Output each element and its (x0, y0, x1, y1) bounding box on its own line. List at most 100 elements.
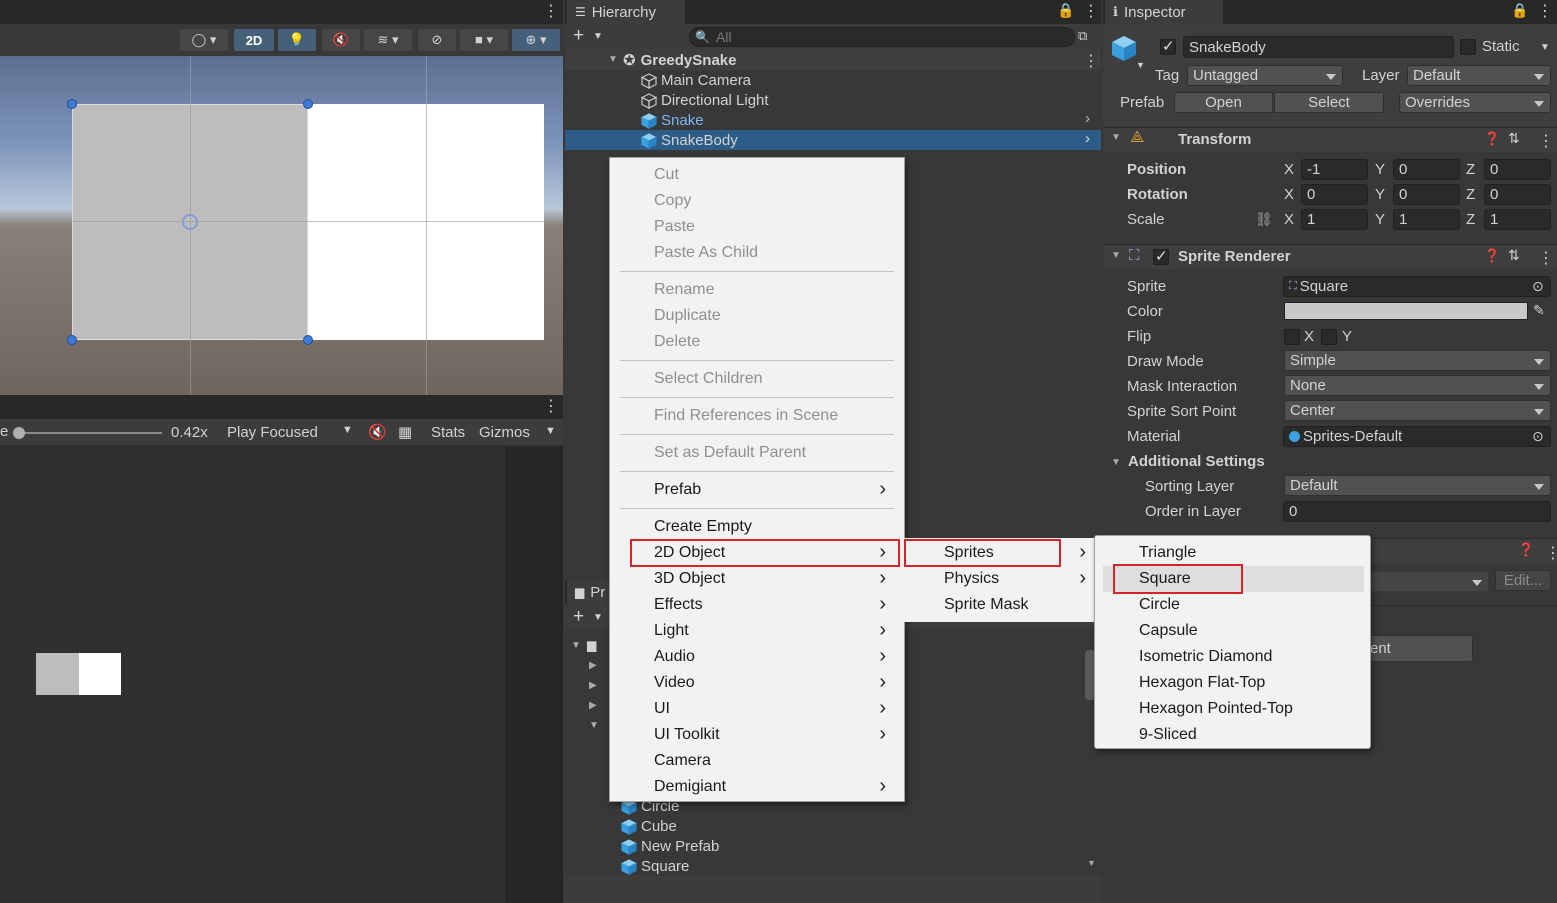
menu-item[interactable]: Create Empty (654, 514, 894, 540)
tag-dropdown[interactable]: Untagged (1187, 65, 1343, 86)
scene-root-menu-icon[interactable] (1083, 54, 1087, 70)
menu-item[interactable]: Prefab › (654, 477, 894, 503)
stats-button[interactable]: Stats (431, 424, 465, 441)
project-asset-item[interactable]: Cube (620, 816, 677, 836)
rect-handle-bl[interactable] (67, 335, 77, 345)
submenu-sprites-item[interactable]: Isometric Diamond (1139, 644, 1359, 670)
sprite-renderer-preset-icon[interactable]: ⇅ (1508, 247, 1520, 264)
partial-dropdown[interactable] (1360, 571, 1489, 592)
transform-z-field[interactable]: 0 (1484, 159, 1551, 180)
transform-x-field[interactable]: 0 (1301, 184, 1368, 205)
audio-icon[interactable]: 🔇 (322, 29, 360, 51)
scale-link-icon[interactable]: ⛓ (1255, 211, 1273, 228)
transform-y-field[interactable]: 0 (1393, 184, 1460, 205)
scene-viewport[interactable] (0, 56, 563, 395)
menu-item[interactable]: Demigiant › (654, 774, 894, 800)
tab-inspector[interactable]: ℹ Inspector (1105, 0, 1223, 24)
shading-mode-icon[interactable]: ◯ ▾ (180, 29, 228, 51)
static-checkbox[interactable] (1460, 39, 1476, 55)
draw-mode-dropdown[interactable]: Simple (1284, 350, 1551, 371)
menu-item[interactable]: UI › (654, 696, 894, 722)
submenu-sprites-item[interactable]: Capsule (1139, 618, 1359, 644)
transform-x-field[interactable]: 1 (1301, 209, 1368, 230)
transform-y-field[interactable]: 0 (1393, 159, 1460, 180)
project-create-plus-icon[interactable]: + (573, 606, 584, 628)
project-asset-item[interactable]: Square (620, 856, 689, 876)
pivot-handle-icon[interactable] (182, 214, 198, 230)
sprite-sort-point-dropdown[interactable]: Center (1284, 400, 1551, 421)
scroll-down-arrow-icon[interactable]: ▼ (1087, 858, 1096, 868)
submenu-sprites-item[interactable]: Hexagon Pointed-Top (1139, 696, 1359, 722)
prefab-open-button[interactable]: Open (1174, 92, 1273, 113)
scene-root[interactable]: ✪ GreedySnake (623, 50, 736, 70)
submenu-2d-item[interactable]: Sprite Mask (944, 592, 1094, 618)
mute-audio-icon[interactable]: 🔇 (368, 423, 387, 441)
snake-expand-arrow-icon[interactable]: › (1085, 110, 1090, 127)
hierarchy-item[interactable]: SnakeBody (640, 130, 738, 150)
transform-x-field[interactable]: -1 (1301, 159, 1368, 180)
create-dropdown-icon[interactable]: ▼ (593, 31, 603, 42)
hierarchy-menu-icon[interactable] (1083, 4, 1087, 20)
transform-foldout-icon[interactable]: ▼ (1111, 132, 1121, 143)
flip-x-checkbox[interactable] (1284, 329, 1300, 345)
tree-arrow-1[interactable]: ▶ (589, 660, 597, 671)
effects-icon[interactable]: ≋ ▾ (364, 29, 412, 51)
camera-icon[interactable]: ■ ▾ (460, 29, 508, 51)
transform-menu-icon[interactable] (1538, 134, 1542, 150)
order-in-layer-field[interactable]: 0 (1283, 501, 1551, 522)
prefab-overrides-dropdown[interactable]: Overrides (1399, 92, 1551, 113)
sprite-renderer-foldout-icon[interactable]: ▼ (1111, 250, 1121, 261)
transform-y-field[interactable]: 1 (1393, 209, 1460, 230)
create-plus-icon[interactable]: + (573, 25, 584, 47)
project-create-dropdown-icon[interactable]: ▼ (593, 612, 603, 623)
hierarchy-item[interactable]: Directional Light (640, 90, 769, 110)
material-field[interactable]: Sprites-Default (1283, 426, 1551, 447)
scale-slider-track[interactable] (18, 432, 162, 434)
sprite-renderer-enabled-checkbox[interactable] (1153, 247, 1169, 265)
tree-arrow-3[interactable]: ▶ (589, 700, 597, 711)
lock-icon[interactable]: 🔒 (1057, 2, 1074, 19)
rect-handle-tl[interactable] (67, 99, 77, 109)
mask-interaction-dropdown[interactable]: None (1284, 375, 1551, 396)
expand-arrow-icon[interactable]: ▼ (608, 54, 618, 65)
submenu-sprites-item[interactable]: Hexagon Flat-Top (1139, 670, 1359, 696)
grid-toggle-icon[interactable]: ▦ (398, 423, 412, 441)
menu-item[interactable]: Audio › (654, 644, 894, 670)
hierarchy-item[interactable]: Snake (640, 110, 704, 130)
rect-handle-br[interactable] (303, 335, 313, 345)
partial-edit-button[interactable]: Edit... (1495, 570, 1551, 591)
scale-slider-thumb[interactable] (13, 427, 25, 439)
next-component-help-icon[interactable]: ❓ (1518, 542, 1534, 558)
next-component-menu-icon[interactable] (1545, 546, 1549, 562)
submenu-2d-item[interactable]: Physics › (944, 566, 1094, 592)
menu-item[interactable]: UI Toolkit › (654, 722, 894, 748)
sorting-layer-dropdown[interactable]: Default (1284, 475, 1551, 496)
eyedropper-icon[interactable]: ✎ (1533, 302, 1545, 319)
tab-hierarchy[interactable]: ☰ Hierarchy (567, 0, 685, 24)
hierarchy-item[interactable]: Main Camera (640, 70, 751, 90)
submenu-sprites-item[interactable]: Circle (1139, 592, 1359, 618)
menu-item[interactable]: Effects › (654, 592, 894, 618)
color-swatch[interactable] (1284, 302, 1528, 320)
tree-arrow-4[interactable]: ▼ (589, 720, 599, 731)
sprite-renderer-menu-icon[interactable] (1538, 251, 1542, 267)
toggle-2d-button[interactable]: 2D (234, 29, 274, 51)
menu-item[interactable]: Video › (654, 670, 894, 696)
tree-arrow-2[interactable]: ▶ (589, 680, 597, 691)
object-name-field[interactable]: SnakeBody (1183, 36, 1454, 58)
scene-menu-icon[interactable] (543, 4, 547, 20)
search-options-icon[interactable]: ⧉ (1078, 28, 1087, 44)
project-asset-item[interactable]: New Prefab (620, 836, 719, 856)
transform-help-icon[interactable]: ❓ (1484, 131, 1500, 147)
sprite-picker-icon[interactable]: ⊙ (1532, 278, 1544, 295)
hidden-objects-icon[interactable]: ⊘ (418, 29, 456, 51)
inspector-lock-icon[interactable]: 🔒 (1511, 2, 1528, 19)
material-picker-icon[interactable]: ⊙ (1532, 428, 1544, 445)
play-mode-dropdown[interactable]: Play Focused ▼ (222, 421, 358, 443)
layer-dropdown[interactable]: Default (1407, 65, 1551, 86)
submenu-sprites-item[interactable]: Triangle (1139, 540, 1359, 566)
inspector-menu-icon[interactable] (1537, 4, 1541, 20)
additional-settings-foldout-icon[interactable]: ▼ (1111, 457, 1121, 468)
transform-preset-icon[interactable]: ⇅ (1508, 130, 1520, 147)
tree-folder-expand-icon[interactable]: ▼ (571, 640, 581, 651)
